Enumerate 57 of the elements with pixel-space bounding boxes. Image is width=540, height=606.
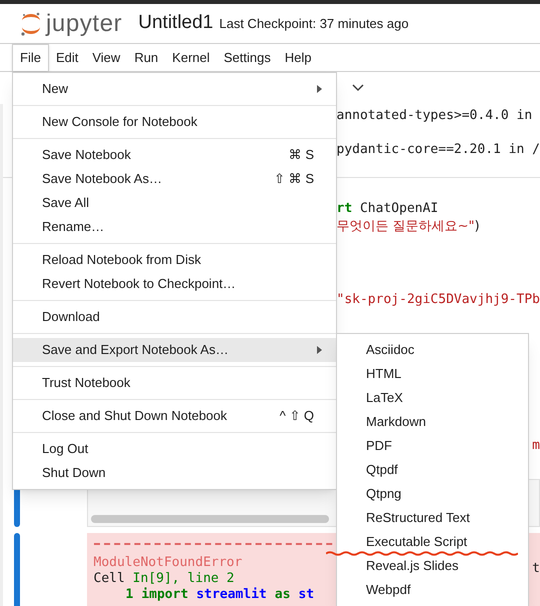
menu-tab[interactable]: Settings	[216, 44, 278, 71]
error-name: ModuleNotFoundError	[94, 555, 242, 571]
output-line: annotated-types>=0.4.0 in	[336, 107, 532, 125]
menu-item[interactable]: Save and Export Notebook As…	[13, 338, 336, 362]
notebook-title[interactable]: Untitled1	[138, 9, 214, 38]
menu-tab[interactable]: Edit	[48, 44, 86, 71]
menu-item[interactable]: Save Notebook As… ⇧ ⌘ S	[13, 167, 336, 191]
chevron-down-icon[interactable]	[352, 84, 364, 92]
code-token: 무엇이든 질문하세요~"	[336, 218, 475, 236]
shortcut-text: ⌘ S	[288, 146, 314, 164]
checkpoint-text: Last Checkpoint: 37 minutes ago	[219, 14, 409, 33]
line-number: 1	[126, 587, 134, 603]
menu-item[interactable]: Shut Down	[13, 461, 336, 485]
output-line: pydantic-core==2.20.1 in /	[336, 141, 540, 159]
menu-tab[interactable]: View	[85, 44, 128, 71]
code-token: rt	[336, 200, 352, 218]
menu-item[interactable]: Qtpng	[337, 482, 528, 506]
menu-item[interactable]: Reload Notebook from Disk	[13, 248, 336, 272]
menu-tab[interactable]: Run	[127, 44, 166, 71]
logo-icon	[20, 10, 42, 36]
menu-item[interactable]: Qtpdf	[337, 458, 528, 482]
code-token: as	[274, 587, 290, 603]
cell-label: Cell	[94, 571, 126, 587]
menu-item[interactable]: Save Notebook ⌘ S	[13, 143, 336, 167]
code-token: st	[298, 587, 314, 603]
code-token: m	[532, 437, 540, 455]
menu-item[interactable]: Reveal.js Slides	[337, 554, 528, 578]
menu-item[interactable]: Save All	[13, 191, 336, 215]
menu-item[interactable]: Rename…	[13, 215, 336, 239]
menu-item[interactable]: LaTeX	[337, 386, 528, 410]
menu-item[interactable]: Log Out	[13, 437, 336, 461]
menu-item[interactable]: Trust Notebook	[13, 371, 336, 395]
code-token: ChatOpenAI	[358, 200, 438, 218]
menu-item[interactable]: Download	[13, 305, 336, 329]
menu-item[interactable]: ReStructured Text	[337, 506, 528, 530]
menu-item[interactable]: New Console for Notebook	[13, 110, 336, 134]
menu-item[interactable]: New	[13, 77, 336, 101]
menu-item[interactable]: PDF	[337, 434, 528, 458]
menu-item[interactable]: Markdown	[337, 410, 528, 434]
shortcut-text: ^ ⇧ Q	[280, 407, 314, 426]
shortcut-text: ⇧ ⌘ S	[274, 170, 314, 188]
menu-item[interactable]: Asciidoc	[337, 338, 528, 362]
menu-item[interactable]: Executable Script	[337, 530, 528, 554]
cell-reference: In[9], line 2	[132, 571, 234, 587]
code-token: streamlit	[196, 587, 267, 603]
menu-item[interactable]: HTML	[337, 362, 528, 386]
code-token: )	[474, 218, 480, 236]
code-token: import	[141, 587, 188, 603]
code-token: t	[532, 561, 540, 577]
menu-item[interactable]: Close and Shut Down Notebook ^ ⇧ Q	[13, 404, 336, 428]
menu-tab[interactable]: File	[12, 44, 49, 71]
app-logo-text: jupyter	[46, 8, 122, 38]
menu-item[interactable]: Revert Notebook to Checkpoint…	[13, 272, 336, 296]
menu-item[interactable]: Webpdf	[337, 578, 528, 602]
menu-tab[interactable]: Help	[278, 44, 318, 71]
code-token: "sk-proj-2giC5DVavjhj9-TPb	[336, 291, 540, 309]
menu-tab[interactable]: Kernel	[165, 44, 217, 71]
